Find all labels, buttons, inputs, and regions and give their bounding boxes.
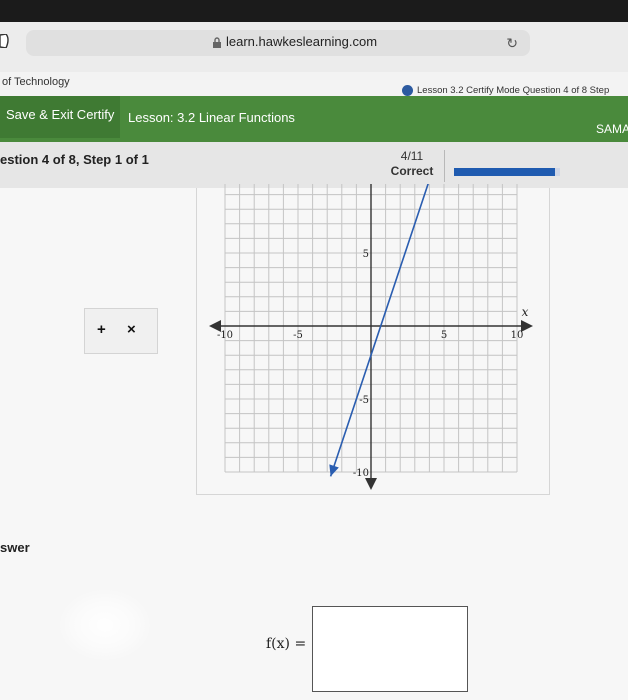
add-point-button[interactable]: + [97, 321, 106, 338]
url-text: learn.hawkeslearning.com [226, 34, 378, 49]
tab-row: of Technology Lesson 3.2 Certify Mode Qu… [0, 72, 628, 97]
question-bar: estion 4 of 8, Step 1 of 1 4/11 Correct [0, 142, 628, 188]
question-step: estion 4 of 8, Step 1 of 1 [0, 152, 149, 167]
lock-icon [213, 37, 221, 48]
progress-fill [454, 168, 555, 176]
x-tick-label: -5 [293, 330, 303, 341]
graph-tool-panel: + × [84, 308, 158, 354]
delete-button[interactable]: × [127, 321, 136, 338]
function-line [329, 184, 429, 477]
header-bar: Save & Exit Certify Lesson: 3.2 Linear F… [0, 96, 628, 142]
browser-toolbar: learn.hawkeslearning.com ↻ [0, 22, 628, 72]
y-tick-label: -5 [359, 395, 369, 406]
x-tick-label: 5 [441, 330, 447, 341]
reload-icon[interactable]: ↻ [506, 35, 518, 52]
axes [209, 184, 533, 490]
x-tick-label: -10 [217, 330, 233, 341]
lesson-title: Lesson: 3.2 Linear Functions [128, 110, 295, 125]
x-tick-label: 10 [511, 330, 524, 341]
y-tick-label: -10 [353, 468, 369, 479]
tab-current-label: Lesson 3.2 Certify Mode Question 4 of 8 … [417, 85, 610, 97]
progress-count: 4/11 [400, 149, 424, 163]
tab-current[interactable]: Lesson 3.2 Certify Mode Question 4 of 8 … [402, 85, 609, 96]
save-exit-button[interactable]: Save & Exit Certify [0, 96, 121, 138]
progress-text: 4/11 Correct [384, 149, 440, 179]
user-name[interactable]: SAMA [596, 122, 628, 136]
coordinate-graph[interactable]: -10 -5 5 10 5 -5 -10 x [196, 184, 552, 496]
tick-labels: -10 -5 5 10 5 -5 -10 x [217, 249, 529, 479]
y-tick-label: 5 [363, 249, 369, 260]
function-label: f(x) = [266, 636, 307, 652]
hawkes-logo-icon [402, 85, 413, 96]
address-bar[interactable]: learn.hawkeslearning.com ↻ [26, 30, 530, 56]
line-arrowhead [329, 464, 339, 477]
answer-input[interactable] [312, 606, 468, 692]
graphed-line[interactable] [329, 184, 436, 477]
progress-status: Correct [390, 164, 434, 178]
shield-icon [0, 34, 9, 48]
y-axis-down-arrow [365, 478, 377, 490]
screen-glare [60, 590, 150, 660]
divider [444, 150, 445, 182]
answer-label: swer [0, 540, 30, 555]
x-axis-label: x [522, 305, 529, 319]
tab-left-label[interactable]: of Technology [2, 76, 70, 88]
progress-bar [454, 168, 560, 176]
